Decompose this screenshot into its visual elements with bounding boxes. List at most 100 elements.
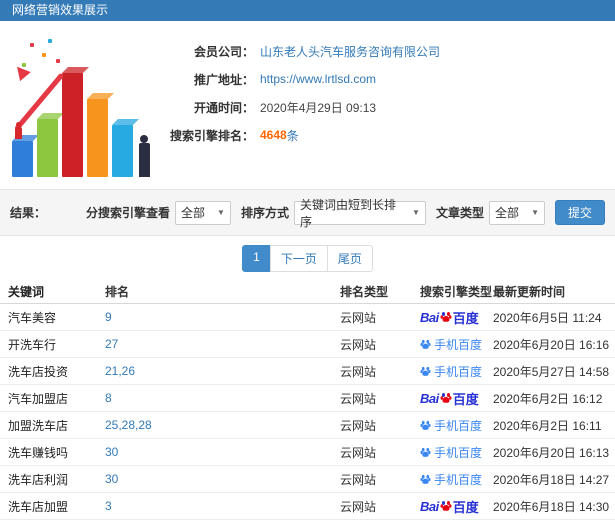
filter-bar: 结果： 分搜索引擎查看 全部 ▼ 排序方式 关键词由短到长排序 ▼ 文章类型 全…: [0, 189, 615, 236]
keyword-cell: 洗车店加盟: [8, 499, 69, 514]
chevron-down-icon: ▼: [217, 208, 225, 217]
chart-bar-teal: [112, 125, 133, 177]
rank-count-label: 搜索引擎排名：: [169, 128, 254, 143]
promo-url-label: 推广地址：: [193, 72, 254, 87]
rank-type-cell: 云网站: [340, 391, 377, 406]
rank-link[interactable]: 30: [105, 472, 118, 486]
table-row: 洗车店投资 21,26 云网站 手机百度 2020年5月27日 14:58: [0, 358, 615, 385]
pagination-area: 1 下一页 尾页: [0, 236, 615, 280]
rank-type-cell: 云网站: [340, 337, 377, 352]
engine-select[interactable]: 全部 ▼: [174, 200, 231, 225]
rank-count-unit: 条: [286, 128, 299, 143]
baidu-paw-icon: [440, 500, 452, 512]
header-update-time: 最新更新时间: [493, 285, 566, 299]
mobile-baidu-logo: 手机百度: [420, 444, 482, 461]
rank-type-cell: 云网站: [340, 499, 377, 514]
keyword-cell: 汽车加盟店: [8, 391, 69, 406]
chart-bar-red: [62, 73, 83, 177]
header-rank: 排名: [105, 285, 130, 299]
update-time-cell: 2020年6月20日 16:16: [493, 337, 610, 352]
header-keyword: 关键词: [8, 285, 45, 299]
baidu-paw-icon: [440, 392, 452, 404]
company-label: 会员公司：: [193, 44, 254, 59]
baidu-paw-icon: [420, 420, 431, 431]
top-info-section: 会员公司： 山东老人头汽车服务咨询有限公司 推广地址： https://www.…: [0, 21, 615, 189]
bar-chart-illustration: [4, 33, 166, 183]
result-section-label: 结果：: [10, 206, 47, 220]
engine-select-value: 全部: [180, 206, 205, 220]
rank-link[interactable]: 8: [105, 391, 112, 405]
table-header-row: 关键词 排名 排名类型 搜索引擎类型 最新更新时间: [0, 280, 615, 304]
header-rank-type: 排名类型: [340, 285, 389, 299]
sort-select-value: 关键词由短到长排序: [299, 197, 396, 229]
keyword-cell: 洗车赚钱吗: [8, 445, 69, 460]
keyword-cell: 洗车店利润: [8, 472, 69, 487]
rank-link[interactable]: 25,28,28: [105, 418, 152, 432]
keyword-cell: 加盟洗车店: [8, 418, 69, 433]
rank-link[interactable]: 27: [105, 337, 118, 351]
rank-link[interactable]: 3: [105, 499, 112, 513]
chevron-down-icon: ▼: [412, 208, 420, 217]
company-link[interactable]: 山东老人头汽车服务咨询有限公司: [260, 43, 440, 60]
table-row: 洗车赚钱吗 30 云网站 手机百度 2020年6月20日 16:13: [0, 439, 615, 466]
rank-type-cell: 云网站: [340, 472, 377, 487]
table-row: 开洗车行 27 云网站 手机百度 2020年6月20日 16:16: [0, 331, 615, 358]
article-type-select[interactable]: 全部 ▼: [488, 200, 545, 225]
page-title: 网络营销效果展示: [0, 0, 615, 21]
update-time-cell: 2020年6月2日 16:11: [493, 418, 602, 433]
engine-cell: 手机百度: [420, 336, 493, 353]
rank-type-cell: 云网站: [340, 364, 377, 379]
promo-url-link[interactable]: https://www.lrtlsd.com: [260, 72, 376, 86]
results-table: 关键词 排名 排名类型 搜索引擎类型 最新更新时间 汽车美容 9 云网站 Bai…: [0, 280, 615, 520]
info-row-rank-count: 搜索引擎排名： 4648 条: [162, 121, 615, 149]
rank-link[interactable]: 21,26: [105, 364, 135, 378]
baidu-paw-icon: [420, 366, 431, 377]
next-page-button[interactable]: 下一页: [269, 244, 328, 272]
info-row-company: 会员公司： 山东老人头汽车服务咨询有限公司: [162, 37, 615, 65]
article-type-select-value: 全部: [494, 206, 519, 220]
page-1-button[interactable]: 1: [242, 244, 271, 272]
rank-count-value: 4648: [260, 128, 287, 142]
engine-filter-group: 分搜索引擎查看 全部 ▼: [85, 200, 231, 225]
rank-link[interactable]: 30: [105, 445, 118, 459]
update-time-cell: 2020年6月2日 16:12: [493, 391, 603, 406]
chart-bar-orange: [87, 99, 108, 177]
open-time-value: 2020年4月29日 09:13: [260, 100, 377, 115]
keyword-cell: 洗车店投资: [8, 364, 69, 379]
table-row: 洗车店利润 30 云网站 手机百度 2020年6月18日 14:27: [0, 466, 615, 493]
baidu-logo: Bai 百度: [420, 390, 479, 407]
engine-filter-label: 分搜索引擎查看: [85, 206, 170, 220]
engine-cell: 手机百度: [420, 417, 493, 434]
open-time-label: 开通时间：: [193, 100, 254, 115]
engine-cell: Bai 百度: [420, 308, 493, 327]
info-row-url: 推广地址： https://www.lrtlsd.com: [162, 65, 615, 93]
info-row-open-time: 开通时间： 2020年4月29日 09:13: [162, 93, 615, 121]
engine-cell: 手机百度: [420, 444, 493, 461]
baidu-logo: Bai 百度: [420, 498, 479, 515]
mobile-baidu-logo: 手机百度: [420, 471, 482, 488]
baidu-logo: Bai 百度: [420, 309, 479, 326]
rank-link[interactable]: 9: [105, 310, 112, 324]
baidu-paw-icon: [420, 339, 431, 350]
chart-bar-blue: [12, 141, 33, 177]
mobile-baidu-logo: 手机百度: [420, 417, 482, 434]
engine-cell: Bai 百度: [420, 497, 493, 516]
update-time-cell: 2020年5月27日 14:58: [493, 364, 610, 379]
last-page-button[interactable]: 尾页: [326, 244, 373, 272]
table-row: 汽车加盟店 8 云网站 Bai 百度 2020年6月2日 16:12: [0, 385, 615, 412]
pagination: 1 下一页 尾页: [242, 244, 373, 272]
sort-filter-label: 排序方式: [240, 206, 289, 220]
engine-cell: Bai 百度: [420, 389, 493, 408]
table-row: 加盟洗车店 25,28,28 云网站 手机百度 2020年6月2日 16:11: [0, 412, 615, 439]
update-time-cell: 2020年6月5日 11:24: [493, 310, 602, 325]
article-type-filter-group: 文章类型 全部 ▼: [435, 200, 545, 225]
rank-type-cell: 云网站: [340, 445, 377, 460]
sort-select[interactable]: 关键词由短到长排序 ▼: [293, 198, 426, 229]
keyword-cell: 汽车美容: [8, 310, 57, 325]
mobile-baidu-logo: 手机百度: [420, 336, 482, 353]
submit-button[interactable]: 提交: [554, 200, 605, 225]
article-type-label: 文章类型: [435, 206, 484, 220]
rank-type-cell: 云网站: [340, 418, 377, 433]
chart-bar-green: [37, 119, 58, 177]
sort-filter-group: 排序方式 关键词由短到长排序 ▼: [240, 198, 426, 229]
